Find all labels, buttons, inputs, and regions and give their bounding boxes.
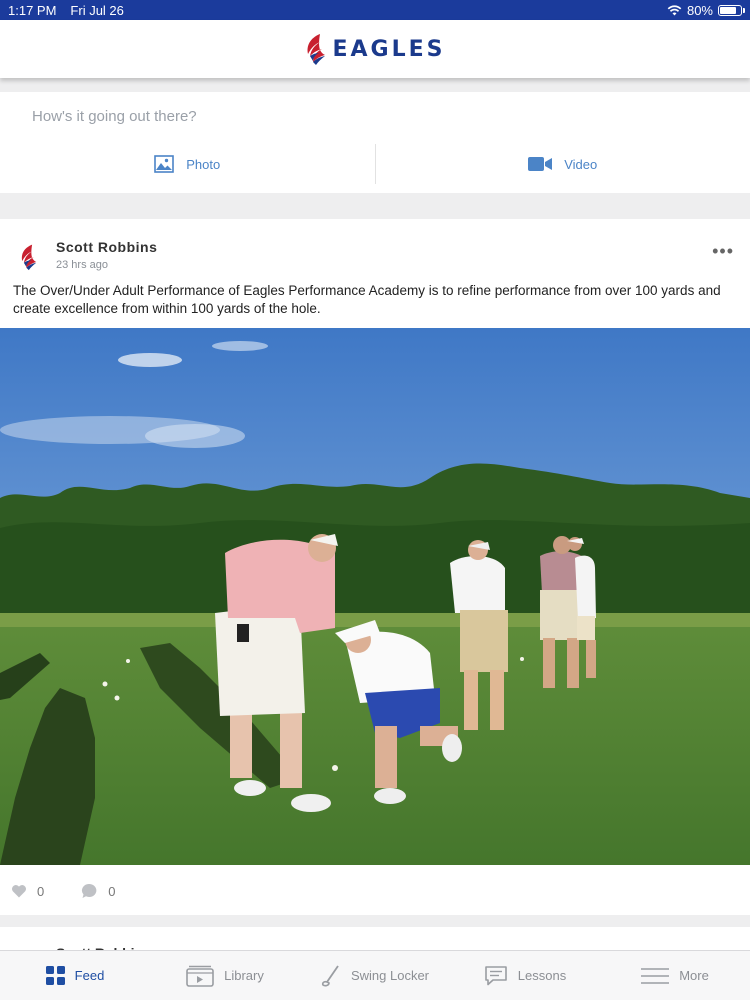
post-composer: How's it going out there? Photo Video [0,92,750,193]
golf-club-icon [321,964,339,986]
feed-grid-icon [45,966,65,985]
composer-input[interactable]: How's it going out there? [32,108,197,125]
battery-percent: 80% [686,2,713,18]
eagle-wing-icon [307,34,326,65]
golf-lesson-photo [0,328,750,865]
like-button[interactable]: 0 [11,884,44,899]
post-author-name[interactable]: Scott Robbins [56,239,157,255]
heart-icon [12,885,26,898]
comment-bubble-icon [82,883,97,898]
feed-post: Scott Robbins 23 hrs ago ••• The Over/Un… [0,219,750,915]
photo-icon [154,155,175,173]
video-label: Video [564,156,598,172]
avatar[interactable] [18,243,38,276]
battery-fill [720,6,736,14]
status-date: Fri Jul 26 [70,2,124,18]
wifi-icon [667,4,682,16]
bottom-tab-bar: Feed Library Swing Locker Lessons More [0,950,750,1000]
eagle-wing-icon [21,244,37,271]
video-camera-icon [528,157,553,171]
comment-button[interactable]: 0 [81,883,115,899]
tab-label: Feed [74,968,105,983]
brand-logo[interactable]: EAGLES [304,32,445,66]
more-options-icon[interactable]: ••• [712,241,734,262]
status-right: 80% [667,2,745,18]
tab-label: Lessons [517,968,567,983]
post-timestamp: 23 hrs ago [56,259,108,271]
post-photo[interactable] [0,328,750,865]
post-body-text: The Over/Under Adult Performance of Eagl… [13,283,721,316]
photo-label: Photo [186,156,221,172]
app-header: EAGLES [0,20,750,78]
photo-button[interactable]: Photo [0,144,375,184]
tab-lessons[interactable]: Lessons [450,951,600,1000]
chat-icon [484,965,507,985]
status-bar: 1:17 PM Fri Jul 26 80% [0,0,750,20]
tab-label: Library [224,968,264,983]
library-icon [186,965,214,987]
tab-label: More [679,968,709,983]
tab-feed[interactable]: Feed [0,951,150,1000]
tab-library[interactable]: Library [150,951,300,1000]
tab-more[interactable]: More [600,951,750,1000]
menu-icon [641,967,670,984]
like-count: 0 [37,883,45,899]
comment-count: 0 [108,883,116,899]
status-time: 1:17 PM [8,2,57,18]
tab-label: Swing Locker [350,968,430,983]
battery-icon [718,4,745,16]
post-stats: 0 0 [0,879,141,903]
video-button[interactable]: Video [376,144,750,184]
composer-actions: Photo Video [0,144,750,184]
tab-swing-locker[interactable]: Swing Locker [300,951,450,1000]
app-title: EAGLES [332,36,446,62]
